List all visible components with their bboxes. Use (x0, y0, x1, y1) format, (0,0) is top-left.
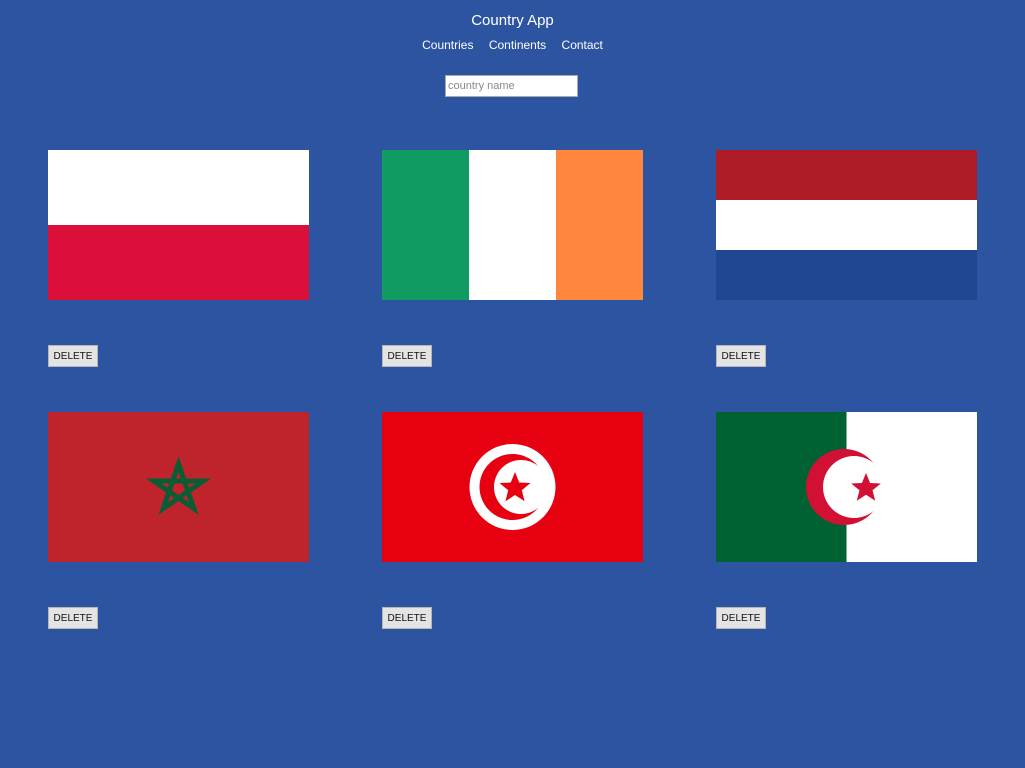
country-card: DELETE (382, 412, 643, 629)
delete-button[interactable]: DELETE (48, 607, 98, 629)
main-nav: Countries Continents Contact (0, 38, 1025, 52)
country-card: DELETE (48, 412, 309, 629)
country-card: DELETE (382, 150, 643, 367)
country-search-input[interactable] (445, 75, 578, 97)
tunisia-flag-icon (382, 412, 643, 562)
morocco-flag-icon (48, 412, 309, 562)
delete-button[interactable]: DELETE (382, 607, 432, 629)
app-title: Country App (471, 12, 554, 29)
country-card: DELETE (716, 412, 977, 629)
delete-button[interactable]: DELETE (382, 345, 432, 367)
ireland-flag-icon (382, 150, 643, 300)
delete-button[interactable]: DELETE (48, 345, 98, 367)
country-card: DELETE (48, 150, 309, 367)
netherlands-flag-icon (716, 150, 977, 300)
nav-link-contact[interactable]: Contact (562, 38, 603, 52)
nav-link-continents[interactable]: Continents (489, 38, 546, 52)
delete-button[interactable]: DELETE (716, 607, 766, 629)
country-card: DELETE (716, 150, 977, 367)
poland-flag-icon (48, 150, 309, 300)
delete-button[interactable]: DELETE (716, 345, 766, 367)
algeria-flag-icon (716, 412, 977, 562)
nav-link-countries[interactable]: Countries (422, 38, 473, 52)
